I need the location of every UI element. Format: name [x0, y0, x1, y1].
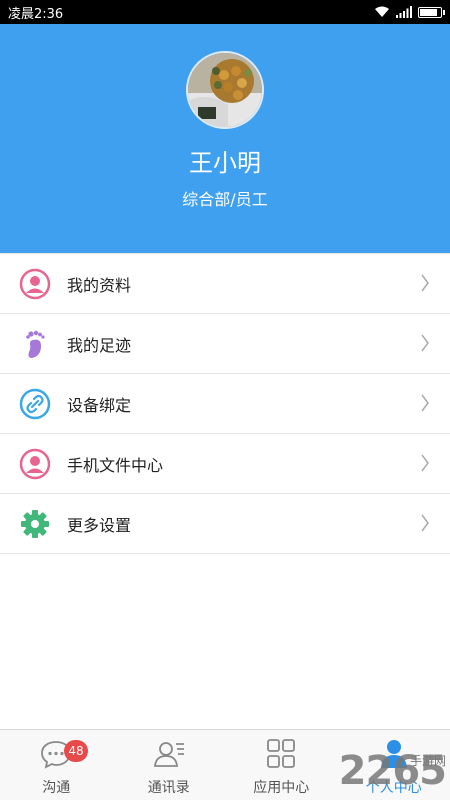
- avatar-photo: [188, 53, 262, 127]
- profile-menu: 我的资料 我的足迹 设备绑定 手机文件中心 更多设置: [0, 253, 450, 554]
- menu-item-file-center[interactable]: 手机文件中心: [0, 434, 450, 494]
- menu-item-my-profile[interactable]: 我的资料: [0, 254, 450, 314]
- chevron-right-icon: [421, 334, 429, 352]
- tab-label: 应用中心: [253, 780, 310, 796]
- user-name: 王小明: [189, 149, 261, 177]
- avatar[interactable]: [186, 51, 264, 129]
- menu-item-label: 更多设置: [67, 515, 132, 535]
- chevron-right-icon: [421, 454, 429, 472]
- tab-chat[interactable]: 48 沟通: [0, 730, 113, 800]
- person-circle-icon: [18, 267, 52, 301]
- chevron-right-icon: [421, 514, 429, 532]
- menu-item-label: 我的资料: [67, 275, 132, 295]
- menu-item-label: 手机文件中心: [67, 455, 164, 475]
- person-circle-icon: [18, 447, 52, 481]
- status-icons: [374, 6, 445, 18]
- tab-contacts[interactable]: 通讯录: [113, 730, 226, 800]
- menu-item-label: 我的足迹: [67, 335, 132, 355]
- signal-icon: [396, 6, 412, 18]
- tab-label: 通讯录: [147, 780, 190, 796]
- user-department: 综合部/员工: [182, 190, 268, 209]
- menu-item-device-binding[interactable]: 设备绑定: [0, 374, 450, 434]
- profile-header: 王小明 综合部/员工: [0, 24, 450, 253]
- menu-item-more-settings[interactable]: 更多设置: [0, 494, 450, 554]
- tab-label: 沟通: [42, 780, 71, 796]
- menu-item-label: 设备绑定: [67, 395, 132, 415]
- wifi-icon: [375, 6, 389, 17]
- menu-item-my-footprint[interactable]: 我的足迹: [0, 314, 450, 374]
- grid-icon: [267, 739, 296, 768]
- contacts-icon: [153, 742, 184, 767]
- status-time: 凌晨2:36: [8, 6, 64, 22]
- gear-icon: [18, 507, 52, 541]
- footprint-icon: [18, 327, 52, 361]
- unread-badge: 48: [64, 740, 88, 762]
- status-bar: 凌晨2:36: [0, 0, 450, 24]
- chevron-right-icon: [421, 394, 429, 412]
- watermark-subtitle: 手游网: [409, 754, 446, 768]
- tab-app-center[interactable]: 应用中心: [225, 730, 338, 800]
- battery-icon: [418, 6, 445, 18]
- chevron-right-icon: [421, 274, 429, 292]
- link-icon: [18, 387, 52, 421]
